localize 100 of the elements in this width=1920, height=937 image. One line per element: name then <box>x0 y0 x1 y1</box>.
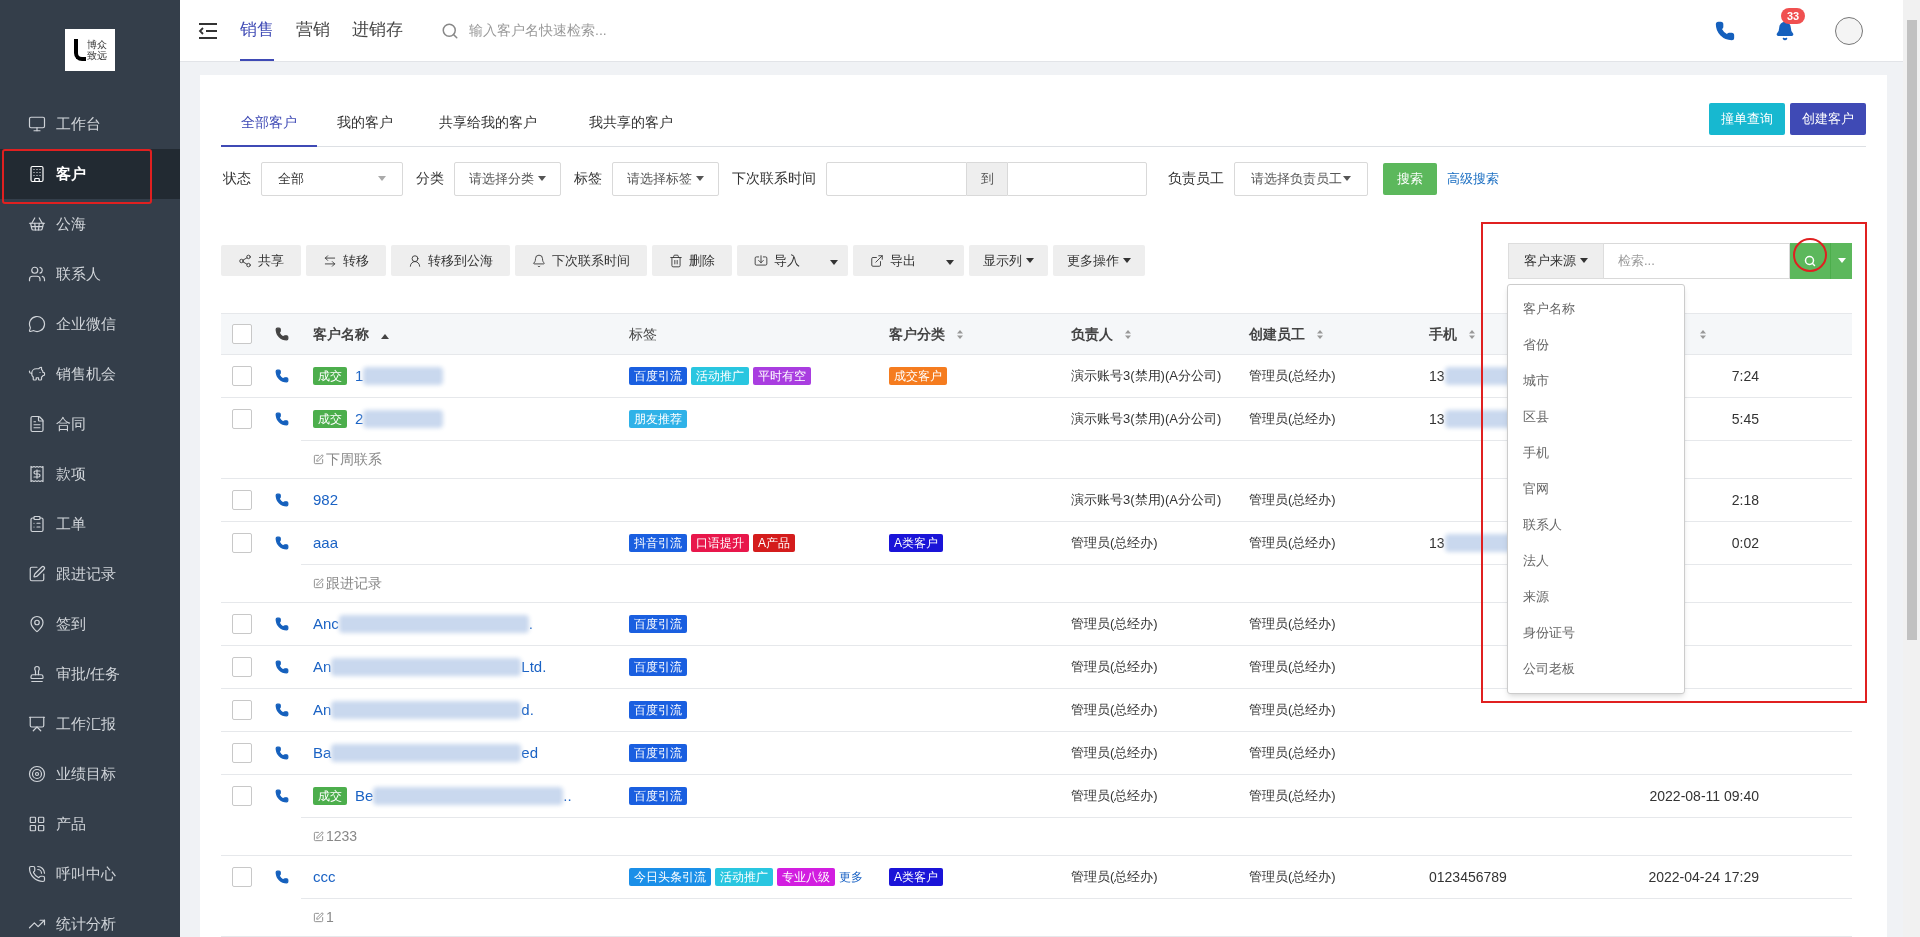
sidebar-item[interactable]: 联系人 <box>0 249 180 299</box>
sidebar-item[interactable]: 业绩目标 <box>0 749 180 799</box>
checkbox[interactable] <box>232 700 252 720</box>
customer-tab[interactable]: 我共享的客户 <box>569 99 693 148</box>
toolbar-split-button[interactable]: 导出 <box>853 245 964 277</box>
customer-name-link[interactable]: ed <box>521 741 539 765</box>
customer-name-link[interactable]: 2 <box>355 407 364 431</box>
sidebar-item[interactable]: 销售机会 <box>0 349 180 399</box>
sort-ascending-icon[interactable] <box>381 333 389 339</box>
nav-tab[interactable]: 进销存 <box>352 0 403 61</box>
customer-name-link[interactable]: ccc <box>313 865 336 889</box>
checkbox[interactable] <box>232 409 252 429</box>
sidebar-item[interactable]: 合同 <box>0 399 180 449</box>
checkbox[interactable] <box>232 366 252 386</box>
date-from-field[interactable] <box>826 161 967 196</box>
owner-select[interactable]: 请选择负责员工 <box>1234 161 1368 196</box>
keyword-search-field[interactable]: 检索... <box>1604 242 1790 279</box>
checkbox[interactable] <box>232 533 252 553</box>
sort-icon[interactable] <box>1317 329 1323 339</box>
sort-icon[interactable] <box>1469 329 1475 339</box>
customer-name-link[interactable]: aaa <box>313 531 339 555</box>
column-header[interactable]: 客户分类 <box>889 323 945 345</box>
search-options-button[interactable] <box>1830 242 1852 279</box>
sort-icon[interactable] <box>957 329 963 339</box>
dropdown-option[interactable]: 联系人 <box>1508 506 1684 543</box>
dropdown-option[interactable]: 法人 <box>1508 542 1684 579</box>
date-to-field[interactable] <box>1007 161 1147 196</box>
nav-tab[interactable]: 销售 <box>240 0 274 61</box>
dropdown-option[interactable]: 城市 <box>1508 362 1684 399</box>
sort-icon[interactable] <box>1700 329 1706 339</box>
column-header[interactable]: 客户名称 <box>313 323 369 345</box>
customer-name-link[interactable]: Ltd. <box>521 655 547 679</box>
tag-select[interactable]: 请选择标签 <box>612 161 719 196</box>
toolbar-button[interactable]: 共享 <box>221 245 301 277</box>
sidebar-item[interactable]: 工单 <box>0 499 180 549</box>
header-button[interactable]: 创建客户 <box>1790 103 1866 136</box>
customer-tab[interactable]: 共享给我的客户 <box>419 99 557 148</box>
customer-name-link[interactable]: . <box>528 612 534 636</box>
sort-icon[interactable] <box>1125 329 1131 339</box>
sidebar-item[interactable]: 跟进记录 <box>0 549 180 599</box>
customer-name-link[interactable]: 1 <box>355 364 364 388</box>
dropdown-option[interactable]: 公司老板 <box>1508 650 1684 687</box>
customer-name-link[interactable]: An <box>313 698 332 722</box>
customer-name-link[interactable]: .. <box>563 784 572 808</box>
sidebar-item[interactable]: 审批/任务 <box>0 649 180 699</box>
nav-tab[interactable]: 营销 <box>296 0 330 61</box>
phone-icon[interactable] <box>1715 20 1735 41</box>
call-icon[interactable] <box>275 703 289 717</box>
status-select[interactable]: 全部 <box>261 161 403 196</box>
toolbar-button[interactable]: 删除 <box>652 245 732 277</box>
checkbox[interactable] <box>232 324 252 344</box>
dropdown-option[interactable]: 区县 <box>1508 398 1684 435</box>
customer-name-link[interactable]: d. <box>521 698 534 722</box>
column-header[interactable]: 标签 <box>629 323 657 345</box>
checkbox[interactable] <box>232 614 252 634</box>
customer-tab[interactable]: 全部客户 <box>221 99 317 148</box>
sidebar-item[interactable]: 呼叫中心 <box>0 849 180 899</box>
sidebar-item[interactable]: 统计分析 <box>0 899 180 937</box>
checkbox[interactable] <box>232 743 252 763</box>
keyword-search-button[interactable] <box>1790 242 1830 279</box>
dropdown-option[interactable]: 身份证号 <box>1508 614 1684 651</box>
checkbox[interactable] <box>232 786 252 806</box>
toolbar-menu-button[interactable]: 显示列 <box>969 245 1048 277</box>
sidebar-item[interactable]: 款项 <box>0 449 180 499</box>
scrollbar-thumb[interactable] <box>1906 20 1917 640</box>
dropdown-option[interactable]: 来源 <box>1508 578 1684 615</box>
toolbar-button[interactable]: 下次联系时间 <box>515 245 647 277</box>
call-icon[interactable] <box>275 369 289 383</box>
customer-name-link[interactable]: Ba <box>313 741 332 765</box>
dropdown-option[interactable]: 手机 <box>1508 434 1684 471</box>
advanced-search-link[interactable]: 高级搜索 <box>1447 169 1499 189</box>
sidebar-item[interactable]: 签到 <box>0 599 180 649</box>
logo[interactable]: 博众 致远 <box>65 28 115 71</box>
more-tags-link[interactable]: 更多 <box>839 868 863 886</box>
customer-name-link[interactable]: An <box>313 655 332 679</box>
dropdown-option[interactable]: 客户名称 <box>1508 290 1684 327</box>
customer-name-link[interactable]: 982 <box>313 488 339 512</box>
toolbar-button[interactable]: 转移到公海 <box>391 245 510 277</box>
call-icon[interactable] <box>275 746 289 760</box>
checkbox[interactable] <box>232 657 252 677</box>
toolbar-split-button[interactable]: 导入 <box>737 245 848 277</box>
notification-bell-icon[interactable] <box>1775 20 1795 41</box>
call-icon[interactable] <box>275 493 289 507</box>
column-header[interactable]: 手机 <box>1429 323 1457 345</box>
quick-search-field[interactable]: 输入客户名快速检索... <box>469 20 769 41</box>
customer-tab[interactable]: 我的客户 <box>317 99 413 148</box>
sidebar-item[interactable]: 工作汇报 <box>0 699 180 749</box>
column-header[interactable]: 创建员工 <box>1249 323 1305 345</box>
search-field-picker[interactable]: 客户来源 <box>1508 242 1604 279</box>
call-icon[interactable] <box>275 412 289 426</box>
call-icon[interactable] <box>275 617 289 631</box>
toolbar-menu-button[interactable]: 更多操作 <box>1053 245 1145 277</box>
sidebar-item[interactable]: 公海 <box>0 199 180 249</box>
sidebar-item[interactable]: 工作台 <box>0 99 180 149</box>
category-select[interactable]: 请选择分类 <box>454 161 561 196</box>
column-header[interactable]: 负责人 <box>1071 323 1113 345</box>
toolbar-button[interactable]: 转移 <box>306 245 386 277</box>
avatar[interactable] <box>1835 16 1863 45</box>
call-icon[interactable] <box>275 870 289 884</box>
checkbox[interactable] <box>232 867 252 887</box>
